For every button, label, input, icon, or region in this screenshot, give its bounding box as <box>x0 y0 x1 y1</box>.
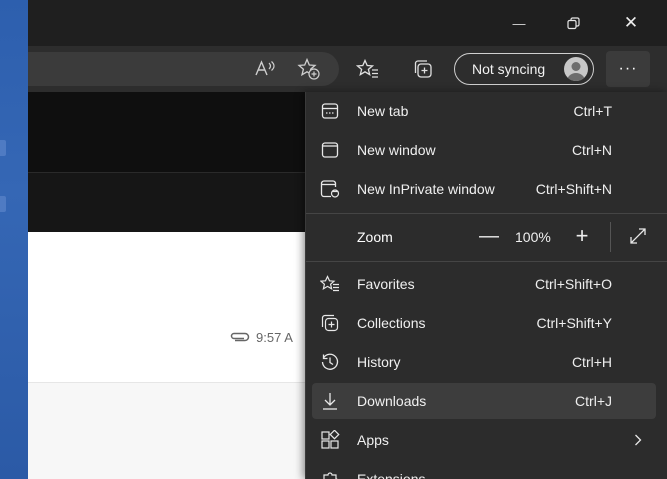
zoom-out-button[interactable]: — <box>479 222 499 250</box>
menu-item-label: History <box>357 354 401 370</box>
inprivate-icon <box>320 179 340 199</box>
menu-item-shortcut: Ctrl+T <box>573 103 613 119</box>
fullscreen-icon <box>630 228 646 244</box>
sync-status-label: Not syncing <box>472 61 546 77</box>
new-window-icon <box>320 140 340 160</box>
message-timestamp: 9:57 A <box>229 328 293 346</box>
close-icon: ✕ <box>623 13 639 32</box>
timestamp-text: 9:57 A <box>256 329 293 345</box>
menu-item-label: Collections <box>357 315 426 331</box>
add-favorite-button[interactable] <box>297 57 321 81</box>
menu-item-history[interactable]: History Ctrl+H <box>312 344 656 380</box>
collections-button[interactable] <box>411 57 435 81</box>
menu-item-extensions[interactable]: Extensions <box>312 461 656 479</box>
menu-item-shortcut: Ctrl+Shift+N <box>535 181 612 197</box>
menu-item-shortcut: Ctrl+Shift+Y <box>536 315 612 331</box>
apps-icon <box>320 430 340 450</box>
menu-item-label: New tab <box>357 103 409 119</box>
new-tab-icon <box>320 101 340 121</box>
restore-icon <box>566 16 580 29</box>
menu-item-new-tab[interactable]: New tab Ctrl+T <box>312 93 656 129</box>
menu-item-shortcut: Ctrl+J <box>575 393 612 409</box>
zoom-row: Zoom — 100% + <box>312 219 667 255</box>
fullscreen-button[interactable] <box>627 225 649 247</box>
chevron-right-icon <box>630 430 646 450</box>
attachment-icon <box>230 332 250 342</box>
close-button[interactable]: ✕ <box>613 8 649 38</box>
menu-item-label: Apps <box>357 432 389 448</box>
browser-toolbar: Not syncing ··· <box>28 46 667 92</box>
menu-item-shortcut: Ctrl+Shift+O <box>534 276 612 292</box>
menu-divider <box>306 213 667 214</box>
menu-divider <box>306 261 667 262</box>
minimize-icon: — <box>512 15 526 31</box>
menu-item-collections[interactable]: Collections Ctrl+Shift+Y <box>312 305 656 341</box>
avatar-icon <box>567 62 585 81</box>
downloads-icon <box>320 391 340 411</box>
menu-item-shortcut: Ctrl+H <box>571 354 612 370</box>
history-icon <box>320 352 340 372</box>
restore-button[interactable] <box>555 8 591 38</box>
favorites-button[interactable] <box>356 57 380 81</box>
settings-and-more-button[interactable]: ··· <box>606 51 650 87</box>
desktop-background <box>0 0 28 479</box>
add-favorite-icon <box>297 57 320 80</box>
menu-item-new-window[interactable]: New window Ctrl+N <box>312 132 656 168</box>
desktop-icon-fragment <box>0 196 6 212</box>
menu-item-new-inprivate-window[interactable]: New InPrivate window Ctrl+Shift+N <box>312 171 656 207</box>
zoom-in-button[interactable]: + <box>572 222 592 250</box>
read-aloud-button[interactable] <box>253 57 277 81</box>
favorites-icon <box>356 58 378 78</box>
zoom-level: 100% <box>515 229 551 245</box>
menu-item-label: Favorites <box>357 276 415 292</box>
desktop-icon-fragment <box>0 140 6 156</box>
collections-icon <box>414 60 432 78</box>
menu-item-label: New window <box>357 142 436 158</box>
title-bar: — ✕ <box>28 0 667 46</box>
plus-icon: + <box>575 223 589 248</box>
minus-icon: — <box>479 224 499 247</box>
menu-item-label: Downloads <box>357 393 427 409</box>
address-bar[interactable] <box>28 52 339 86</box>
favorites-icon <box>320 274 340 294</box>
avatar <box>564 57 588 81</box>
zoom-label: Zoom <box>357 229 393 245</box>
zoom-divider <box>610 222 611 252</box>
profile-sync-button[interactable]: Not syncing <box>454 53 594 85</box>
menu-item-apps[interactable]: Apps <box>312 422 656 458</box>
more-icon: ··· <box>618 60 638 77</box>
settings-menu: New tab Ctrl+T New window Ctrl+N New InP… <box>305 92 667 479</box>
menu-item-shortcut: Ctrl+N <box>571 142 612 158</box>
extensions-icon <box>320 469 340 479</box>
menu-item-favorites[interactable]: Favorites Ctrl+Shift+O <box>312 266 656 302</box>
read-aloud-icon <box>255 60 275 76</box>
menu-item-downloads[interactable]: Downloads Ctrl+J <box>312 383 656 419</box>
collections-icon <box>320 313 340 333</box>
minimize-button[interactable]: — <box>501 8 537 38</box>
menu-item-label: Extensions <box>357 471 426 479</box>
menu-item-label: New InPrivate window <box>357 181 495 197</box>
